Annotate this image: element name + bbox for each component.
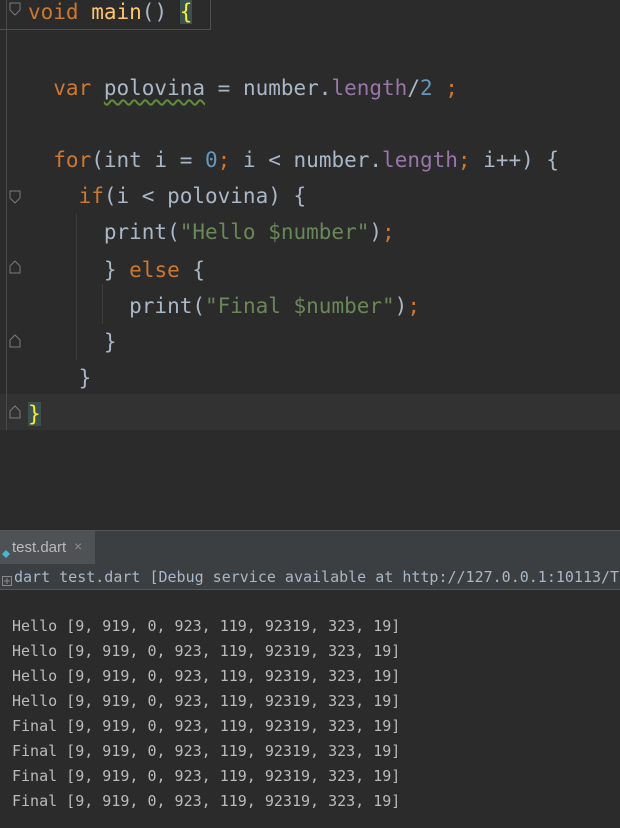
code-line: void main() { — [28, 0, 193, 30]
code-token: for — [28, 148, 92, 172]
run-command-text: dart test.dart [Debug service available … — [14, 568, 620, 586]
console-line: Hello [9, 919, 0, 923, 119, 92319, 323, … — [12, 617, 401, 635]
code-token: ) — [394, 294, 408, 318]
run-command-line: dart test.dart [Debug service available … — [0, 564, 620, 590]
code-token: { — [179, 0, 193, 24]
code-line: } — [28, 324, 117, 360]
code-token: } — [28, 330, 117, 354]
run-tab-label: test.dart — [12, 539, 67, 556]
code-line: print("Hello $number"); — [28, 214, 395, 250]
code-token: } — [28, 402, 41, 426]
console-line: Final [9, 919, 0, 923, 119, 92319, 323, … — [12, 717, 401, 735]
code-token: polovina — [103, 76, 206, 100]
run-tab-test-dart[interactable]: test.dart × — [0, 531, 95, 564]
close-icon[interactable]: × — [74, 538, 82, 554]
code-token: else — [129, 258, 180, 282]
fold-expand-icon[interactable] — [9, 260, 21, 274]
console-line: Hello [9, 919, 0, 923, 119, 92319, 323, … — [12, 692, 401, 710]
code-token: i < number. — [242, 148, 383, 172]
run-tab-bar: test.dart × — [0, 530, 620, 564]
code-token: print( — [28, 220, 180, 244]
code-token: ) — [369, 220, 383, 244]
code-token: length — [382, 148, 458, 172]
code-token: 2 — [419, 76, 433, 100]
code-line: } else { — [28, 252, 205, 288]
code-token: var — [28, 76, 104, 100]
console-line: Final [9, 919, 0, 923, 119, 92319, 323, … — [12, 767, 401, 785]
code-token: if — [28, 184, 104, 208]
console-line: Hello [9, 919, 0, 923, 119, 92319, 323, … — [12, 642, 401, 660]
code-line: if(i < polovina) { — [28, 178, 307, 214]
code-editor[interactable]: void main() { var polovina = number.leng… — [0, 0, 620, 530]
code-token: } — [28, 366, 92, 390]
code-token: main — [91, 0, 142, 24]
fold-expand-icon[interactable] — [9, 334, 21, 348]
code-token: (int i = — [91, 148, 206, 172]
code-token: (i < polovina) { — [103, 184, 307, 208]
code-token: ; — [457, 148, 484, 172]
code-token: ; — [217, 148, 243, 172]
fold-expand-icon[interactable] — [9, 405, 21, 419]
code-line: } — [28, 360, 92, 396]
code-token: ; — [382, 220, 395, 244]
code-token: ; — [432, 76, 458, 100]
code-token: ; — [407, 294, 420, 318]
expand-icon[interactable] — [2, 571, 12, 590]
code-token: void — [28, 0, 92, 24]
code-token: "Hello $number" — [179, 220, 370, 244]
code-token: i++) { — [483, 148, 560, 172]
console-line: Final [9, 919, 0, 923, 119, 92319, 323, … — [12, 792, 401, 810]
code-line: for(int i = 0; i < number.length; i++) { — [28, 142, 559, 178]
code-token: / — [407, 76, 420, 100]
code-line: print("Final $number"); — [28, 288, 420, 324]
console-output[interactable]: Hello [9, 919, 0, 923, 119, 92319, 323, … — [0, 590, 620, 828]
code-token: { — [179, 258, 206, 282]
code-token: "Final $number" — [205, 294, 395, 318]
code-token: print( — [28, 294, 206, 318]
fold-collapse-icon[interactable] — [9, 190, 21, 204]
code-token: () — [141, 0, 180, 24]
fold-collapse-icon[interactable] — [9, 2, 21, 16]
code-token: = number. — [205, 76, 332, 100]
dart-file-icon — [2, 543, 10, 562]
code-token: 0 — [205, 148, 218, 172]
current-line-highlight — [0, 394, 620, 430]
code-token: length — [331, 76, 408, 100]
console-line: Final [9, 919, 0, 923, 119, 92319, 323, … — [12, 742, 401, 760]
code-token: } — [28, 258, 130, 282]
console-line: Hello [9, 919, 0, 923, 119, 92319, 323, … — [12, 667, 401, 685]
code-line: var polovina = number.length/2 ; — [28, 70, 458, 106]
gutter-separator — [6, 0, 7, 430]
code-line: } — [28, 396, 41, 432]
